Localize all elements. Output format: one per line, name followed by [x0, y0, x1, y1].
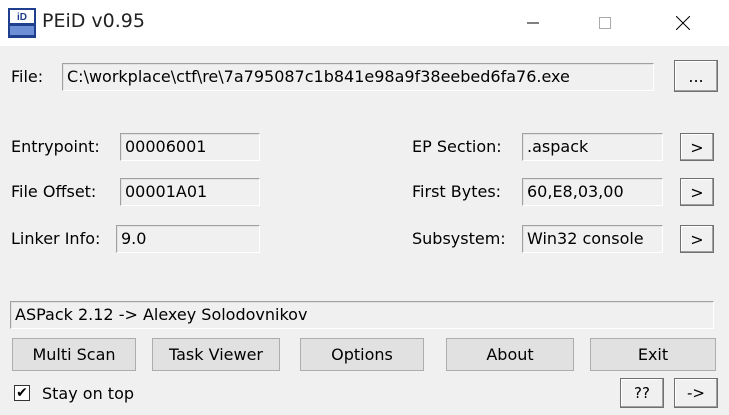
file-path-field[interactable]: C:\workplace\ctf\re\7a795087c1b841e98a9f…	[62, 63, 654, 91]
peid-app-icon: iD	[8, 8, 36, 38]
file-label: File:	[11, 67, 44, 86]
file-offset-label: File Offset:	[11, 182, 97, 201]
about-button[interactable]: About	[446, 338, 574, 371]
task-viewer-button[interactable]: Task Viewer	[152, 338, 280, 371]
first-bytes-button[interactable]: >	[680, 178, 714, 206]
maximize-icon	[599, 17, 611, 29]
first-bytes-field[interactable]: 60,E8,03,00	[522, 178, 663, 206]
detection-result-field[interactable]: ASPack 2.12 -> Alexey Solodovnikov	[10, 301, 714, 329]
window-title: PEiD v0.95	[42, 10, 145, 32]
multi-scan-button[interactable]: Multi Scan	[12, 338, 136, 371]
extra-options-button[interactable]: ->	[674, 378, 718, 408]
exit-button[interactable]: Exit	[590, 338, 716, 371]
close-button[interactable]	[660, 0, 706, 46]
linker-info-label: Linker Info:	[11, 229, 101, 248]
options-button[interactable]: Options	[300, 338, 424, 371]
linker-info-field[interactable]: 9.0	[116, 225, 260, 253]
title-bar: iD PEiD v0.95	[0, 0, 729, 46]
first-bytes-label: First Bytes:	[412, 182, 502, 201]
close-icon	[676, 16, 690, 30]
ep-section-label: EP Section:	[412, 137, 502, 156]
ep-section-button[interactable]: >	[680, 133, 714, 161]
browse-button[interactable]: ...	[674, 60, 718, 92]
maximize-button[interactable]	[582, 0, 628, 46]
ep-section-field[interactable]: .aspack	[522, 133, 663, 161]
subsystem-label: Subsystem:	[412, 229, 506, 248]
svg-text:iD: iD	[17, 12, 27, 23]
entrypoint-field[interactable]: 00006001	[120, 133, 260, 161]
entrypoint-label: Entrypoint:	[11, 137, 100, 156]
subsystem-button[interactable]: >	[680, 225, 714, 253]
minimize-icon	[527, 22, 539, 24]
stay-on-top-checkbox[interactable]: ✔	[14, 385, 30, 401]
minimize-button[interactable]	[510, 0, 556, 46]
file-offset-field[interactable]: 00001A01	[120, 178, 260, 206]
stay-on-top-label: Stay on top	[42, 384, 135, 403]
subsystem-field[interactable]: Win32 console	[522, 225, 663, 253]
help-button[interactable]: ??	[620, 378, 664, 408]
